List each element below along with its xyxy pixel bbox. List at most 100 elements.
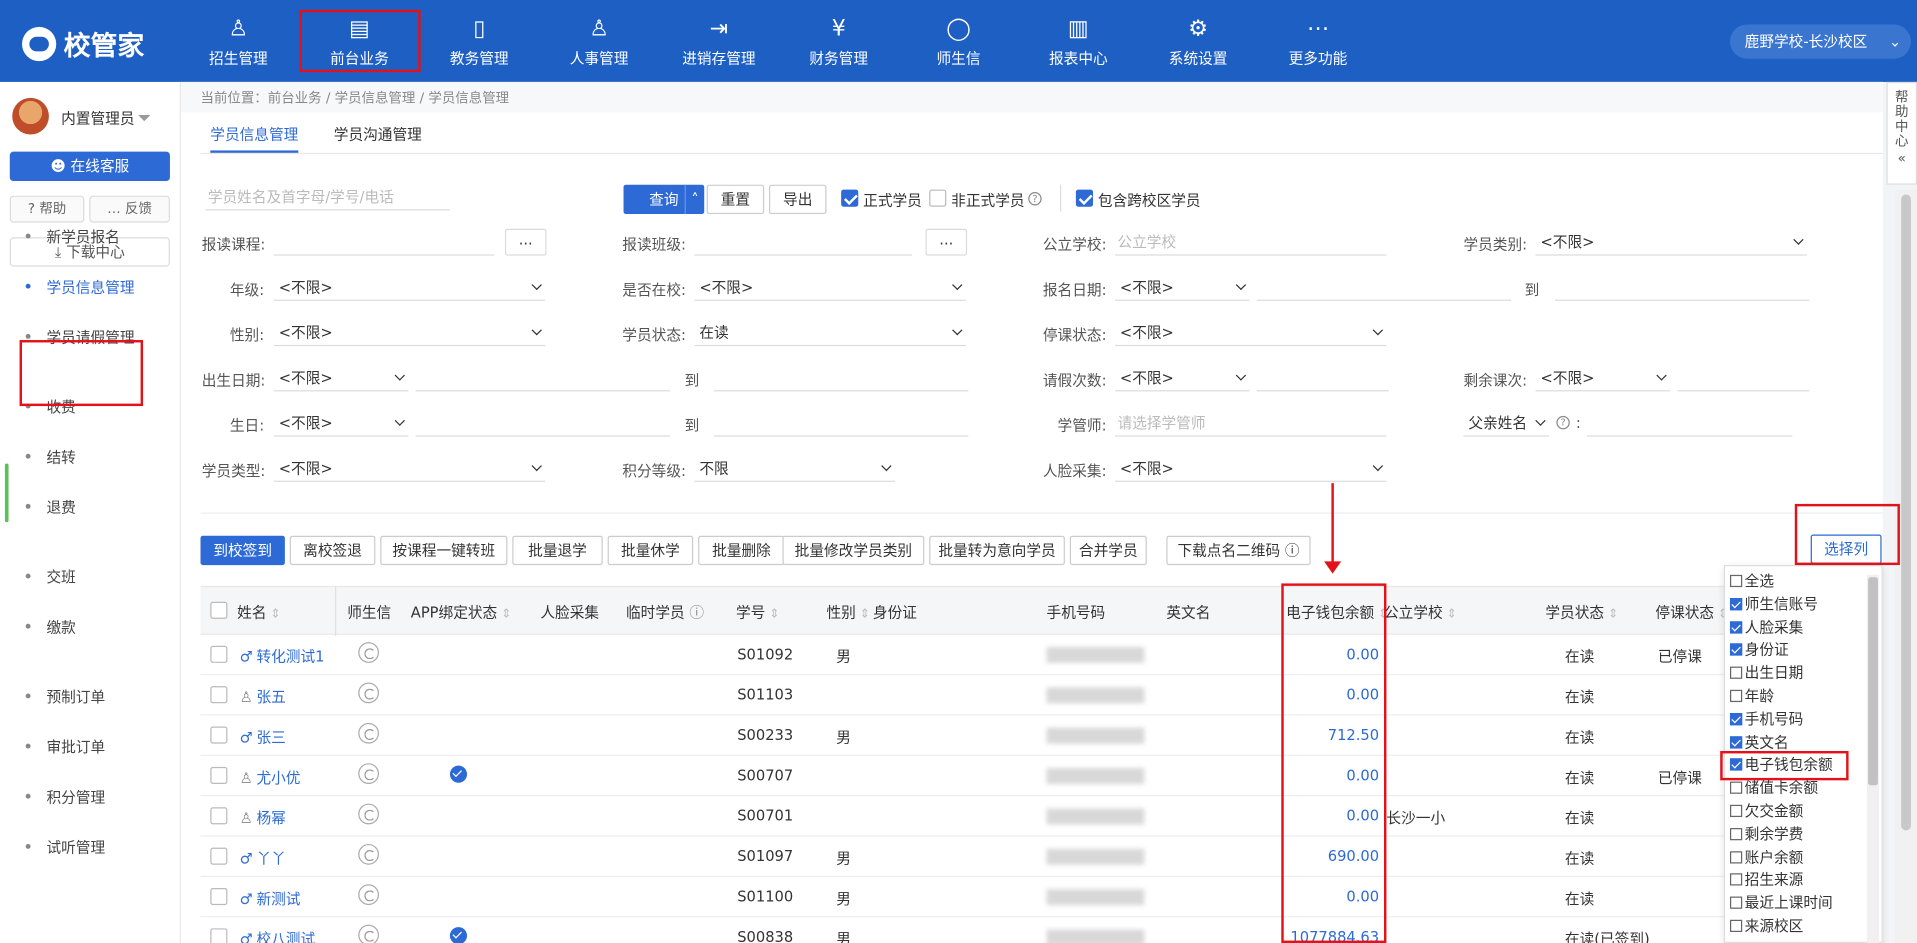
student-name-link[interactable]: ♂ 张三 (240, 727, 286, 748)
nav-chat[interactable]: ◯ 师生信 (900, 0, 1017, 82)
column-option-checkbox[interactable] (1729, 574, 1743, 588)
column-option-checkbox[interactable] (1729, 919, 1743, 933)
sidebar-item-2[interactable]: 学员请假管理 (0, 323, 181, 350)
table-row[interactable]: ♂ 转化测试1 S01092 男 0.00 在读 已停课 (200, 635, 1883, 676)
action-button-6[interactable]: 批量修改学员类别 (782, 535, 925, 566)
birthday-from[interactable] (415, 410, 670, 437)
course-picker-button[interactable]: ... (504, 228, 547, 256)
column-header-8[interactable]: 手机号码 (1047, 602, 1106, 623)
table-row[interactable]: ♙ 张五 S01103 0.00 在读 (200, 675, 1883, 716)
sort-icon[interactable]: ⇕ (1604, 608, 1618, 621)
student-name-link[interactable]: ♙ 张五 (240, 686, 286, 707)
birth-date-to[interactable] (713, 364, 969, 392)
birthday-to[interactable] (713, 410, 969, 437)
page-scroll-thumb[interactable] (1901, 194, 1911, 831)
column-header-6[interactable]: 性别 ⇕ (826, 602, 869, 623)
action-button-9[interactable]: 下载点名二维码 ⓘ (1166, 535, 1311, 566)
student-type-select[interactable]: <不限> (273, 455, 546, 482)
grade-select[interactable]: <不限> (273, 274, 546, 301)
column-option-checkbox[interactable] (1729, 735, 1743, 749)
row-checkbox[interactable] (210, 928, 228, 943)
row-checkbox[interactable] (210, 847, 228, 865)
campus-selector[interactable]: 鹿野学校-长沙校区 ⌄ (1729, 24, 1911, 59)
search-input[interactable]: 学员姓名及首字母/学号/电话 (205, 183, 450, 211)
enroll-date-from[interactable] (1256, 274, 1512, 301)
column-header-4[interactable]: 临时学员 ⓘ (626, 602, 704, 623)
birth-date-select[interactable]: <不限> (273, 364, 409, 392)
column-option-checkbox[interactable] (1729, 666, 1743, 680)
column-option-checkbox[interactable] (1729, 804, 1743, 818)
birthday-select[interactable]: <不限> (273, 410, 409, 437)
wechat-icon[interactable] (358, 843, 380, 865)
enroll-date-select[interactable]: <不限> (1115, 274, 1250, 301)
father-name-select[interactable]: 父亲姓名 (1463, 410, 1550, 437)
remain-select[interactable]: <不限> (1535, 364, 1671, 392)
row-checkbox[interactable] (210, 887, 228, 906)
column-header-3[interactable]: 人脸采集 (540, 602, 599, 623)
column-header-9[interactable]: 英文名 (1166, 602, 1210, 623)
column-option[interactable]: 剩余学费 (1729, 823, 1803, 845)
column-option-checkbox[interactable] (1729, 620, 1743, 634)
column-option-checkbox[interactable] (1729, 827, 1743, 841)
scroll-thumb[interactable] (1868, 577, 1878, 786)
nav-book[interactable]: ▯ 教务管理 (421, 0, 538, 82)
action-button-3[interactable]: 批量退学 (512, 535, 603, 566)
column-option[interactable]: 年龄 (1729, 685, 1774, 707)
column-option[interactable]: 英文名 (1729, 731, 1789, 753)
column-header-12[interactable]: 学员状态 ⇕ (1545, 602, 1618, 623)
sort-icon[interactable]: ⇕ (497, 608, 511, 621)
nav-yen[interactable]: ¥ 财务管理 (780, 0, 897, 82)
action-button-2[interactable]: 按课程一键转班 (380, 535, 508, 566)
select-all-checkbox[interactable] (210, 601, 228, 619)
column-header-1[interactable]: 师生信 (347, 602, 391, 623)
status-select[interactable]: 在读 (694, 319, 966, 347)
column-option[interactable]: 人脸采集 (1729, 616, 1803, 638)
wallet-balance[interactable]: 0.00 (1286, 686, 1379, 703)
table-row[interactable]: ♙ 杨幂 S00701 0.00 长沙一小 在读 (200, 796, 1883, 837)
wallet-balance[interactable]: 712.50 (1286, 727, 1379, 744)
action-button-8[interactable]: 合并学员 (1069, 535, 1147, 566)
column-option-checkbox[interactable] (1729, 850, 1743, 864)
column-header-0[interactable]: 姓名 ⇕ (237, 602, 280, 623)
help-button[interactable]: ? 帮助 (9, 195, 85, 223)
action-button-1[interactable]: 离校签退 (289, 535, 376, 566)
column-option-checkbox[interactable] (1729, 873, 1743, 887)
wechat-icon[interactable] (358, 763, 380, 785)
sort-icon[interactable]: ⇕ (856, 608, 870, 621)
column-header-5[interactable]: 学号 ⇕ (736, 602, 779, 623)
select-columns-button[interactable]: 选择列 (1810, 534, 1882, 564)
wallet-balance[interactable]: 0.00 (1286, 888, 1379, 905)
student-name-link[interactable]: ♂ 转化测试1 (240, 646, 325, 667)
category-select[interactable]: <不限> (1535, 229, 1808, 256)
wechat-icon[interactable] (358, 924, 380, 943)
column-option-checkbox[interactable] (1729, 597, 1743, 611)
sidebar-item-3[interactable]: 收费 (0, 393, 181, 420)
wechat-icon[interactable] (358, 682, 380, 704)
table-row[interactable]: ♂ 校八测试 S00838 男 1077884.63 在读(已签到) (201, 917, 1883, 943)
online-service-button[interactable]: ☻ 在线客服 (9, 151, 170, 182)
sort-icon[interactable]: ⇕ (267, 608, 280, 621)
column-option[interactable]: 储值卡余额 (1729, 777, 1818, 799)
class-picker-button[interactable]: ... (925, 228, 968, 256)
class-input[interactable] (694, 229, 913, 256)
sidebar-scroll-indicator[interactable] (4, 463, 9, 523)
tab-student-communication[interactable]: 学员沟通管理 (334, 116, 422, 153)
student-name-link[interactable]: ♙ 尤小优 (240, 767, 301, 788)
user-name[interactable]: 内置管理员 (61, 108, 134, 129)
points-select[interactable]: 不限 (694, 455, 895, 482)
formal-student-checkbox[interactable] (841, 189, 859, 207)
row-checkbox[interactable] (210, 686, 228, 704)
column-header-2[interactable]: APP绑定状态 ⇕ (411, 602, 512, 623)
nav-user-add[interactable]: ♙ 招生管理 (180, 0, 297, 82)
wallet-balance[interactable]: 0.00 (1286, 807, 1379, 824)
course-input[interactable] (273, 229, 494, 256)
reset-button[interactable]: 重置 (706, 184, 765, 215)
sidebar-item-7[interactable]: 缴款 (0, 613, 181, 640)
remain-input[interactable] (1677, 364, 1810, 392)
sort-icon[interactable]: ⇕ (765, 608, 779, 621)
chevron-up-icon[interactable]: ˄ (684, 184, 705, 215)
sidebar-item-11[interactable]: 试听管理 (0, 833, 181, 860)
in-school-select[interactable]: <不限> (694, 274, 966, 301)
help-center-tab[interactable]: 帮助中心 « (1886, 81, 1917, 185)
wallet-balance[interactable]: 0.00 (1286, 646, 1379, 663)
